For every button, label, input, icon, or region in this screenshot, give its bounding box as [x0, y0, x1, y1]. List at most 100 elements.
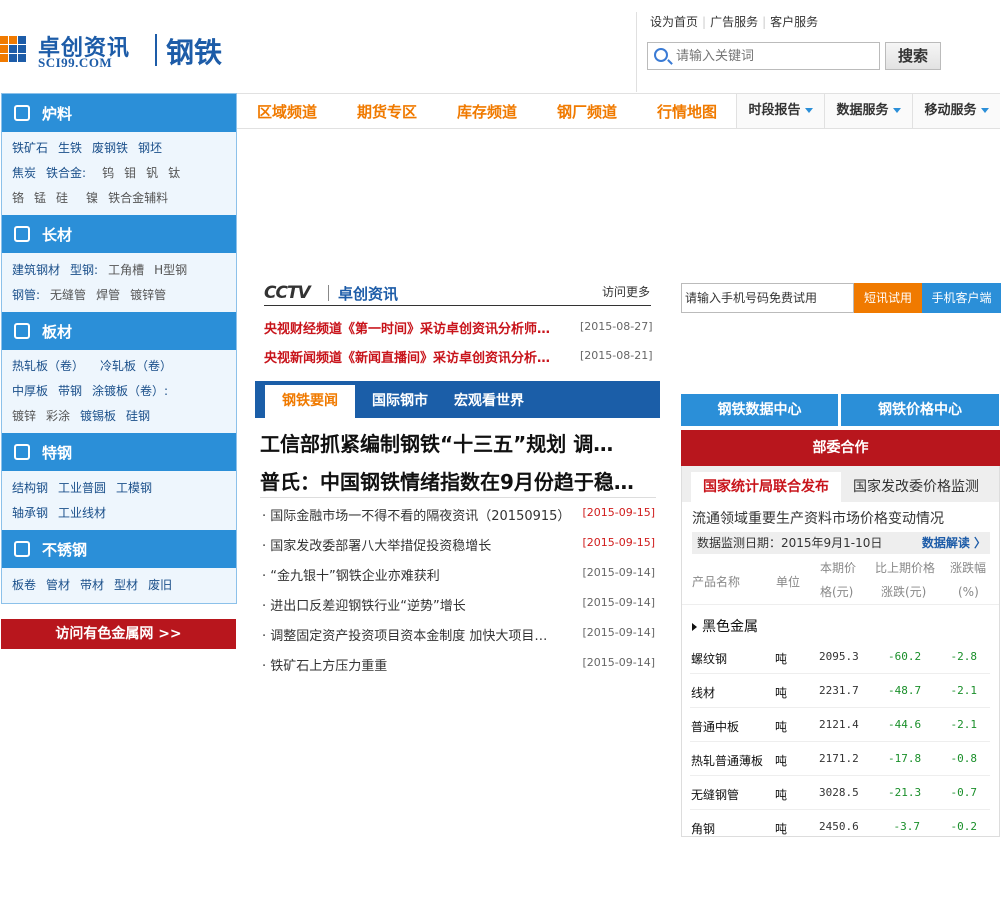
- category-link[interactable]: 带材: [80, 578, 104, 592]
- tab-international[interactable]: 国际钢市: [359, 385, 441, 418]
- news-title[interactable]: · 进出口反差迎钢铁行业“逆势”增长: [262, 595, 576, 614]
- steel-price-center-button[interactable]: 钢铁价格中心: [841, 394, 999, 426]
- cctv-more-link[interactable]: 访问更多: [602, 283, 650, 300]
- category-link[interactable]: 工业普圆: [58, 481, 106, 495]
- news-title[interactable]: · 铁矿石上方压力重重: [262, 655, 576, 674]
- category-header-plate[interactable]: 板材: [2, 312, 236, 350]
- tab-stats-bureau[interactable]: 国家统计局联合发布: [691, 472, 841, 502]
- category-link[interactable]: 钢管:: [12, 288, 40, 302]
- category-link[interactable]: 钼: [124, 166, 136, 180]
- category-link[interactable]: 焊管: [96, 288, 120, 302]
- nav-item-region[interactable]: 区域频道: [257, 101, 317, 122]
- nav-dropdown-data[interactable]: 数据服务: [824, 94, 912, 128]
- table-row: 线材 吨 2231.7 -48.7 -2.1: [690, 674, 990, 708]
- category-link[interactable]: 钛: [168, 166, 180, 180]
- category-header-stainless[interactable]: 不锈钢: [2, 530, 236, 568]
- search-input[interactable]: [676, 47, 876, 65]
- steel-data-center-button[interactable]: 钢铁数据中心: [681, 394, 838, 426]
- category-link[interactable]: 型钢:: [70, 263, 98, 277]
- category-link[interactable]: 铬: [12, 191, 24, 205]
- category-link[interactable]: 铁合金:: [46, 166, 86, 180]
- category-link[interactable]: 彩涂: [46, 409, 70, 423]
- tab-macro[interactable]: 宏观看世界: [445, 385, 533, 418]
- news-title[interactable]: · “金九银十”钢铁企业亦难获利: [262, 565, 576, 584]
- nav-item-inventory[interactable]: 库存频道: [457, 101, 517, 122]
- category-link[interactable]: 硅钢: [126, 409, 150, 423]
- category-link[interactable]: 焦炭: [12, 166, 36, 180]
- visit-nonferrous-button[interactable]: 访问有色金属网 >>: [1, 619, 236, 649]
- news-title[interactable]: · 调整固定资产投资项目资本金制度 加快大项目…: [262, 625, 576, 644]
- category-link[interactable]: 钒: [146, 166, 158, 180]
- customer-service-link[interactable]: 客户服务: [770, 15, 818, 29]
- category-header-furnace[interactable]: 炉料: [2, 94, 236, 132]
- category-link[interactable]: 铁矿石: [12, 141, 48, 155]
- logo-mark-icon: [18, 54, 26, 62]
- news-list-item[interactable]: · 铁矿石上方压力重重 [2015-09-14]: [262, 655, 657, 675]
- product-price: 2231.7: [819, 684, 859, 697]
- category-link[interactable]: 涂镀板（卷）:: [92, 384, 168, 398]
- news-date: [2015-09-14]: [582, 596, 655, 609]
- category-link[interactable]: 型材: [114, 578, 138, 592]
- category-link[interactable]: 废钢铁: [92, 141, 128, 155]
- mobile-client-button[interactable]: 手机客户端: [922, 283, 1001, 313]
- category-link[interactable]: 工模钢: [116, 481, 152, 495]
- category-link[interactable]: 废旧: [148, 578, 172, 592]
- news-list-item[interactable]: · 进出口反差迎钢铁行业“逆势”增长 [2015-09-14]: [262, 595, 657, 615]
- category-link[interactable]: 硅: [56, 191, 68, 205]
- category-link[interactable]: 铁合金辅料: [108, 191, 168, 205]
- nav-dropdown-reports[interactable]: 时段报告: [736, 94, 824, 128]
- category-link[interactable]: 冷轧板（卷）: [100, 359, 172, 373]
- nav-dropdown-mobile[interactable]: 移动服务: [912, 94, 1000, 128]
- category-link[interactable]: 建筑钢材: [12, 263, 60, 277]
- nav-item-market-map[interactable]: 行情地图: [657, 101, 717, 122]
- category-link[interactable]: 生铁: [58, 141, 82, 155]
- product-name: 热轧普通薄板: [691, 754, 764, 768]
- category-header-special[interactable]: 特钢: [2, 433, 236, 471]
- category-link[interactable]: 钨: [102, 166, 114, 180]
- headline-link[interactable]: 工信部抓紧编制钢铁“十三五”规划 调…: [260, 428, 613, 457]
- cctv-news-link[interactable]: 央视财经频道《第一时间》采访卓创资讯分析师…: [264, 318, 579, 337]
- headline-link[interactable]: 普氏：中国钢铁情绪指数在9月份趋于稳…: [260, 466, 634, 495]
- category-link[interactable]: 钢坯: [138, 141, 162, 155]
- sms-trial-button[interactable]: 短讯试用: [854, 283, 922, 313]
- category-link[interactable]: 中厚板: [12, 384, 48, 398]
- tab-ndrc[interactable]: 国家发改委价格监测: [843, 472, 989, 502]
- category-link[interactable]: 锰: [34, 191, 46, 205]
- category-header-long[interactable]: 长材: [2, 215, 236, 253]
- category-link[interactable]: 工角槽: [108, 263, 144, 277]
- category-link[interactable]: 工业线材: [58, 506, 106, 520]
- category-link[interactable]: 轴承钢: [12, 506, 48, 520]
- header-divider: [636, 12, 637, 92]
- news-title[interactable]: · 国家发改委部署八大举措促投资稳增长: [262, 535, 576, 554]
- ad-service-link[interactable]: 广告服务: [710, 15, 758, 29]
- news-list-item[interactable]: · 调整固定资产投资项目资本金制度 加快大项目… [2015-09-14]: [262, 625, 657, 645]
- category-link[interactable]: 镀锌: [12, 409, 36, 423]
- news-list-item[interactable]: · 国际金融市场一不得不看的隔夜资讯（20150915） [2015-09-15]: [262, 505, 657, 525]
- category-link[interactable]: 管材: [46, 578, 70, 592]
- news-title[interactable]: · 国际金融市场一不得不看的隔夜资讯（20150915）: [262, 505, 576, 524]
- product-name: 普通中板: [691, 720, 740, 734]
- category-link[interactable]: 结构钢: [12, 481, 48, 495]
- category-link[interactable]: 热轧板（卷）: [12, 359, 84, 373]
- category-link[interactable]: 带钢: [58, 384, 82, 398]
- site-logo[interactable]: 卓创资讯 SCI99.COM 钢铁: [0, 30, 240, 72]
- category-link[interactable]: 板卷: [12, 578, 36, 592]
- phone-number-input[interactable]: 请输入手机号码免费试用: [681, 283, 854, 313]
- product-price: 2095.3: [819, 650, 859, 663]
- category-link[interactable]: H型钢: [154, 263, 187, 277]
- news-list-item[interactable]: · 国家发改委部署八大举措促投资稳增长 [2015-09-15]: [262, 535, 657, 555]
- data-interpret-link[interactable]: 数据解读 〉: [922, 532, 986, 554]
- cctv-news-link[interactable]: 央视新闻频道《新闻直播间》采访卓创资讯分析…: [264, 347, 579, 366]
- logo-mark-icon: [9, 54, 17, 62]
- category-link[interactable]: 镀锡板: [80, 409, 116, 423]
- set-homepage-link[interactable]: 设为首页: [650, 15, 698, 29]
- category-link[interactable]: 无缝管: [50, 288, 86, 302]
- search-field[interactable]: [647, 42, 880, 70]
- nav-item-futures[interactable]: 期货专区: [357, 101, 417, 122]
- search-button[interactable]: 搜索: [885, 42, 941, 70]
- nav-item-mills[interactable]: 钢厂频道: [557, 101, 617, 122]
- tab-steel-news[interactable]: 钢铁要闻: [265, 385, 355, 418]
- news-list-item[interactable]: · “金九银十”钢铁企业亦难获利 [2015-09-14]: [262, 565, 657, 585]
- category-link[interactable]: 镍: [86, 191, 98, 205]
- category-link[interactable]: 镀锌管: [130, 288, 166, 302]
